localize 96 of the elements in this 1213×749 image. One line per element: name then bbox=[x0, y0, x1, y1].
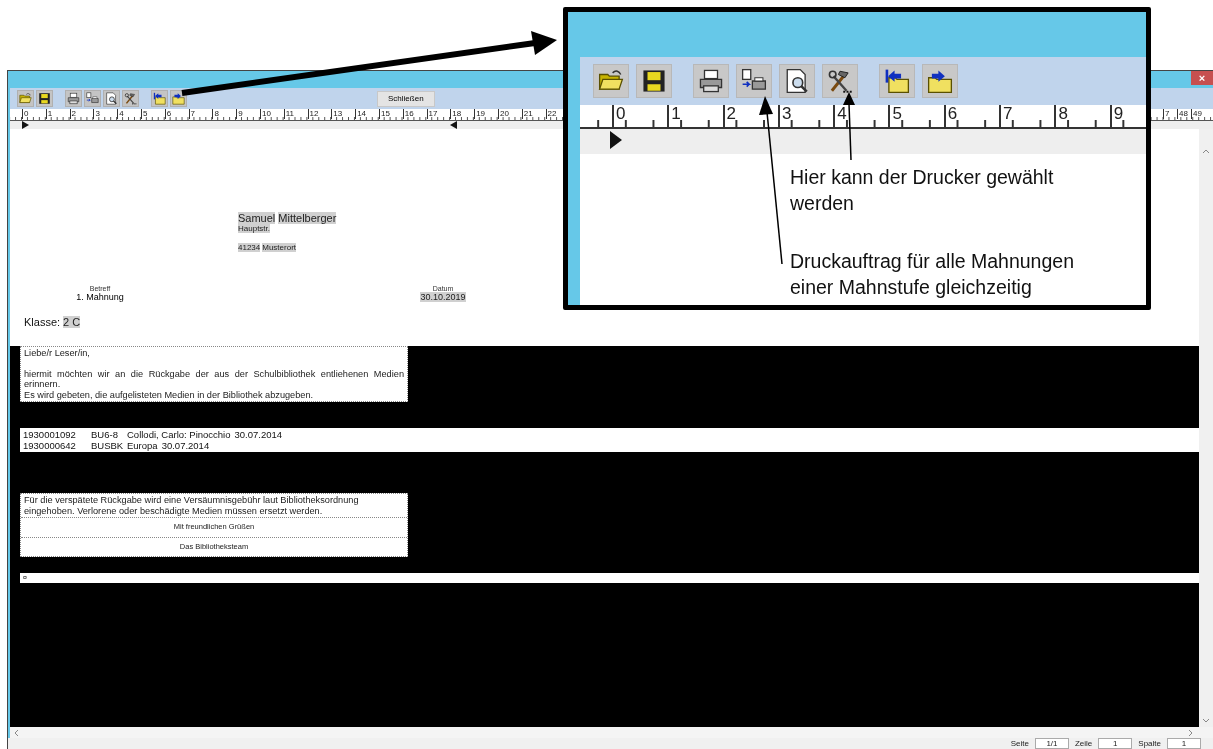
intro-paragraph: hiermit möchten wir an die Rückgabe der aus der Schulbibliothek entliehenen Medien erinnern. bbox=[24, 368, 404, 390]
ruler-number: 5 bbox=[888, 105, 944, 127]
ruler-number: 6 bbox=[164, 109, 189, 119]
close-document-button[interactable]: Schließen bbox=[377, 90, 435, 107]
folder-arrow-icon bbox=[884, 68, 910, 94]
scroll-right-icon bbox=[1187, 728, 1195, 737]
ruler-number: 0 bbox=[612, 105, 668, 127]
indent-marker-icon bbox=[450, 121, 457, 129]
folder-icon bbox=[19, 92, 32, 105]
import-button[interactable] bbox=[879, 64, 915, 98]
ruler-number: 9 bbox=[236, 109, 260, 119]
greeting-line: Liebe/r Leser/in, bbox=[24, 348, 91, 359]
date-text: 30.10.2019 bbox=[420, 292, 466, 302]
class-value: 2 C bbox=[63, 316, 81, 328]
ruler-number: 19 bbox=[474, 109, 498, 119]
request-line: Es wird gebeten, die aufgelisteten Medien in der Bibliothek abzugeben. bbox=[24, 389, 315, 400]
ruler-number: 14 bbox=[355, 109, 379, 119]
hammer-wrench-icon bbox=[124, 92, 137, 105]
ruler-number: 0 bbox=[22, 109, 46, 119]
ruler-number: 5 bbox=[141, 109, 165, 119]
close-button[interactable]: × bbox=[1191, 71, 1213, 85]
ruler-number: 7 bbox=[999, 105, 1055, 127]
save-button[interactable] bbox=[636, 64, 672, 98]
folder-arrow-icon bbox=[927, 68, 953, 94]
ruler-number: 20 bbox=[497, 109, 522, 119]
vertical-scrollbar[interactable] bbox=[1199, 129, 1213, 727]
recipient-zip: 41234 bbox=[238, 243, 261, 252]
recipient-street: Hauptstr. bbox=[238, 224, 270, 233]
recipient-city: Musterort bbox=[262, 243, 297, 252]
item-cell: 30.07.2014 bbox=[234, 429, 283, 440]
ruler-number: 9 bbox=[1109, 105, 1146, 127]
ruler-number: 21 bbox=[521, 109, 546, 119]
save-button[interactable] bbox=[36, 90, 53, 107]
ruler-number: 6 bbox=[943, 105, 1000, 127]
status-label: Spalte bbox=[1138, 739, 1161, 748]
printer-icon bbox=[698, 68, 724, 94]
annotation-text: Druckauftrag für alle Mahnungen einer Mahnstufe gleichzeitig bbox=[790, 249, 1075, 300]
page-magnifier-icon bbox=[105, 92, 118, 105]
status-value: 1/1 bbox=[1034, 738, 1069, 749]
class-label: Klasse: bbox=[24, 316, 61, 328]
scroll-down-icon bbox=[1202, 717, 1210, 725]
recipient-last-name: Mittelberger bbox=[278, 212, 337, 224]
indent-marker-icon bbox=[22, 121, 29, 129]
status-label: Zeile bbox=[1074, 739, 1093, 748]
ruler-number: 8 bbox=[1054, 105, 1110, 127]
recipient-first-name: Samuel bbox=[238, 212, 276, 224]
item-cell: Europa bbox=[127, 440, 158, 451]
ruler-number: 18 bbox=[450, 109, 475, 119]
ruler-number: 2 bbox=[69, 109, 94, 119]
ruler-number: 3 bbox=[93, 109, 118, 119]
ruler-number: 15 bbox=[378, 109, 403, 119]
ruler-number: 1 bbox=[667, 105, 723, 127]
status-value: 1 bbox=[1098, 738, 1133, 749]
ruler-number: 12 bbox=[307, 109, 332, 119]
open-button[interactable] bbox=[593, 64, 629, 98]
status-label: Seite bbox=[1010, 739, 1029, 748]
ruler-number: 7 bbox=[188, 109, 213, 119]
folder-arrow-icon bbox=[153, 92, 166, 105]
ruler-number: 4 bbox=[117, 109, 141, 119]
ruler-number: 17 bbox=[426, 109, 451, 119]
page-magnifier-icon bbox=[784, 68, 810, 94]
item-cell: Collodi, Carlo: Pinocchio bbox=[127, 429, 231, 440]
ruler-number: 13 bbox=[331, 109, 356, 119]
import-button[interactable] bbox=[151, 90, 168, 107]
annotation-text: Hier kann der Drucker gewählt werden bbox=[790, 165, 1055, 216]
scroll-up-icon bbox=[1202, 147, 1210, 155]
ruler-number: 8 bbox=[212, 109, 237, 119]
indent-marker-icon bbox=[610, 129, 622, 151]
ruler-number: 1 bbox=[45, 109, 70, 119]
print-all-button[interactable] bbox=[84, 90, 101, 107]
horizontal-scrollbar[interactable] bbox=[10, 727, 1213, 738]
item-cell: BUSBK bbox=[91, 440, 123, 451]
subject-text: 1. Mahnung bbox=[76, 292, 124, 302]
hammer-wrench-icon bbox=[827, 68, 853, 94]
tools-button[interactable] bbox=[122, 90, 139, 107]
closing-paragraph: Für die verspätete Rückgabe wird eine Versäumnisgebühr laut Bibliotheksordnung eingehoben. Verlorene oder beschädigte Medien müssen ersetzt werden. bbox=[23, 494, 360, 517]
export-button[interactable] bbox=[922, 64, 958, 98]
ruler-number: 11 bbox=[283, 109, 308, 119]
ruler-number: 7 bbox=[1163, 109, 1177, 119]
status-value: 1 bbox=[1167, 738, 1201, 749]
print-button[interactable] bbox=[693, 64, 729, 98]
tools-button[interactable] bbox=[822, 64, 858, 98]
preview-button[interactable] bbox=[779, 64, 815, 98]
ruler-number: 3 bbox=[777, 105, 834, 127]
item-cell: 30.07.2014 bbox=[161, 440, 210, 451]
print-button[interactable] bbox=[65, 90, 82, 107]
ruler-number: 10 bbox=[259, 109, 284, 119]
preview-button[interactable] bbox=[103, 90, 120, 107]
print-all-button[interactable] bbox=[736, 64, 772, 98]
printer-icon bbox=[67, 92, 80, 105]
document-printer-icon bbox=[86, 92, 99, 105]
scroll-left-icon bbox=[12, 728, 20, 737]
ruler-number: 48 bbox=[1177, 109, 1191, 119]
folder-arrow-icon bbox=[172, 92, 185, 105]
ruler-number: 16 bbox=[402, 109, 427, 119]
ruler-number: 49 bbox=[1191, 109, 1205, 119]
